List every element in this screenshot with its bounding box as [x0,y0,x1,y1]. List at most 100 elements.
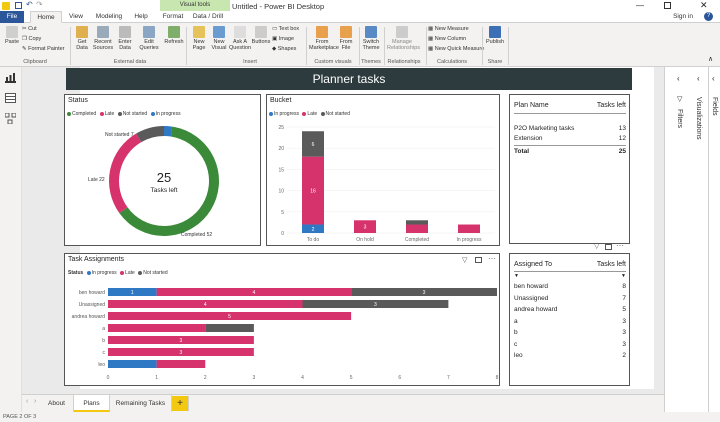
x-tick-label: 7 [447,375,450,381]
image-button[interactable]: ▣ Image [272,36,294,42]
tab-home[interactable]: Home [30,11,62,23]
edit-queries-button[interactable]: Edit Queries [138,26,160,51]
collapse-fields-icon[interactable]: ‹ [712,74,715,83]
model-view-icon[interactable] [4,112,17,125]
tab-data-drill[interactable]: Data / Drill [190,11,226,23]
y-tick-label: ben howard [79,290,105,296]
x-tick-label: To do [307,237,319,243]
plan-table-card[interactable]: Plan Name Tasks left P2O Marketing tasks… [509,94,630,244]
report-title: Planner tasks [66,68,632,90]
filter-pane-icon[interactable]: ▽ [677,95,682,103]
column-header[interactable]: Tasks left [581,258,626,271]
copy-button[interactable]: ❐ Copy [22,36,41,42]
donut-slice [136,126,165,143]
donut-slice [163,126,173,137]
paste-button[interactable]: Paste [3,26,21,45]
close-icon[interactable]: ✕ [700,0,708,11]
view-switcher [0,67,22,412]
buttons-button[interactable]: Buttons [251,26,271,45]
publish-button[interactable]: Publish [485,26,505,45]
window-title: Untitled - Power BI Desktop [232,2,325,11]
tab-help[interactable]: Help [130,11,152,23]
shapes-button[interactable]: ◆ Shapes [272,46,296,52]
x-tick-label: Completed [405,237,429,243]
redo-icon[interactable]: ↷ [36,0,43,9]
insert-group-label: Insert [243,59,257,65]
enter-data-button[interactable]: Enter Data [116,26,134,51]
new-visual-button[interactable]: New Visual [209,26,229,51]
page-tab-remaining-tasks[interactable]: Remaining Tasks [110,395,172,412]
new-quick-measure-button[interactable]: ▦ New Quick Measure [428,46,484,52]
ask-question-icon [234,26,246,38]
collapse-visualizations-icon[interactable]: ‹ [697,74,700,83]
filter-icon[interactable]: ▽ [594,242,599,250]
report-view-icon[interactable] [5,73,16,83]
manage-relationships-button[interactable]: Manage Relationships [387,26,420,51]
page-tab-plans[interactable]: Plans [74,395,110,412]
new-measure-button[interactable]: ▦ New Measure [428,26,469,32]
collapse-ribbon-icon[interactable]: ∧ [708,55,713,63]
get-data-button[interactable]: Get Data [73,26,91,51]
y-tick-label: b [102,338,105,344]
filters-pane-tab[interactable]: Filters [676,109,683,128]
switch-theme-button[interactable]: Switch Theme [361,26,381,51]
bar-segment [108,360,157,368]
minimize-icon[interactable]: — [636,1,644,10]
donut-slice [109,133,142,214]
status-chart-card[interactable]: Status Completed Late Not started In pro… [64,94,261,246]
quick-measure-icon: ▦ [428,46,435,52]
bar-segment [205,324,254,332]
bar-segment [406,224,428,233]
from-marketplace-button[interactable]: From Marketplace [309,26,339,51]
focus-mode-icon[interactable] [605,244,612,250]
page-tabs: ‹ › About Plans Remaining Tasks + [22,394,664,412]
bucket-stacked-column-chart: 0 5 10 15 20 25 2 16 6 To do 3 On hold Completed In p… [278,125,495,243]
y-tick-label: c [103,350,106,356]
y-tick-label: 5 [281,210,284,216]
scroll-right-icon[interactable]: › [34,398,36,405]
add-page-button[interactable]: + [172,396,189,411]
undo-icon[interactable]: ↶ [26,0,33,9]
tab-format[interactable]: Format [160,11,186,23]
x-tick-label: 8 [496,375,499,381]
refresh-button[interactable]: Refresh [163,26,185,45]
new-column-button[interactable]: ▦ New Column [428,36,466,42]
from-file-button[interactable]: From File [337,26,355,51]
format-painter-button[interactable]: ✎ Format Painter [22,46,65,52]
table-row: c3 [514,340,626,348]
x-tick-label: 3 [252,375,255,381]
cut-button[interactable]: ✂ Cut [22,26,37,32]
donut-center-label: Tasks left [150,187,178,194]
tab-file[interactable]: File [0,11,24,23]
external-data-group-label: External data [113,59,147,65]
table-row: andrea howard 5 [514,306,626,314]
recent-sources-button[interactable]: Recent Sources [92,26,114,51]
sign-in-link[interactable]: Sign in [668,11,698,23]
more-options-icon[interactable]: ··· [616,241,624,250]
tab-modeling[interactable]: Modeling [92,11,126,23]
scroll-left-icon[interactable]: ‹ [26,398,28,405]
ask-question-button[interactable]: Ask A Question [229,26,251,51]
bucket-chart-card[interactable]: Bucket In progress Late Not started 0 5 10… [266,94,500,246]
page-tab-about[interactable]: About [40,395,74,412]
text-box-button[interactable]: ▭ Text box [272,26,299,32]
column-header[interactable]: Assigned To [514,258,581,271]
fields-pane-tab[interactable]: Fields [711,97,718,116]
help-icon[interactable]: ? [704,12,713,21]
collapse-filters-icon[interactable]: ‹ [677,74,680,83]
data-view-icon[interactable] [5,93,16,103]
column-header[interactable]: Plan Name [514,99,589,113]
file-icon [340,26,352,38]
new-page-button[interactable]: New Page [189,26,209,51]
y-tick-label: Unassigned [79,302,106,308]
tab-view[interactable]: View [64,11,88,23]
visualizations-pane-tab[interactable]: Visualizations [695,97,702,140]
maximize-icon[interactable] [664,2,671,9]
assigned-table-card[interactable]: ▽ ··· Assigned To Tasks left ▼ ▼ ben howa… [509,241,630,386]
calculator-icon: ▦ [428,26,435,32]
save-icon[interactable] [15,2,22,9]
relationships-group-label: Relationships [387,59,421,65]
task-assignments-card[interactable]: Task Assignments ▽ ··· Status In progres… [64,253,500,386]
data-label: 2 [312,227,315,233]
column-header[interactable]: Tasks left [589,99,626,113]
